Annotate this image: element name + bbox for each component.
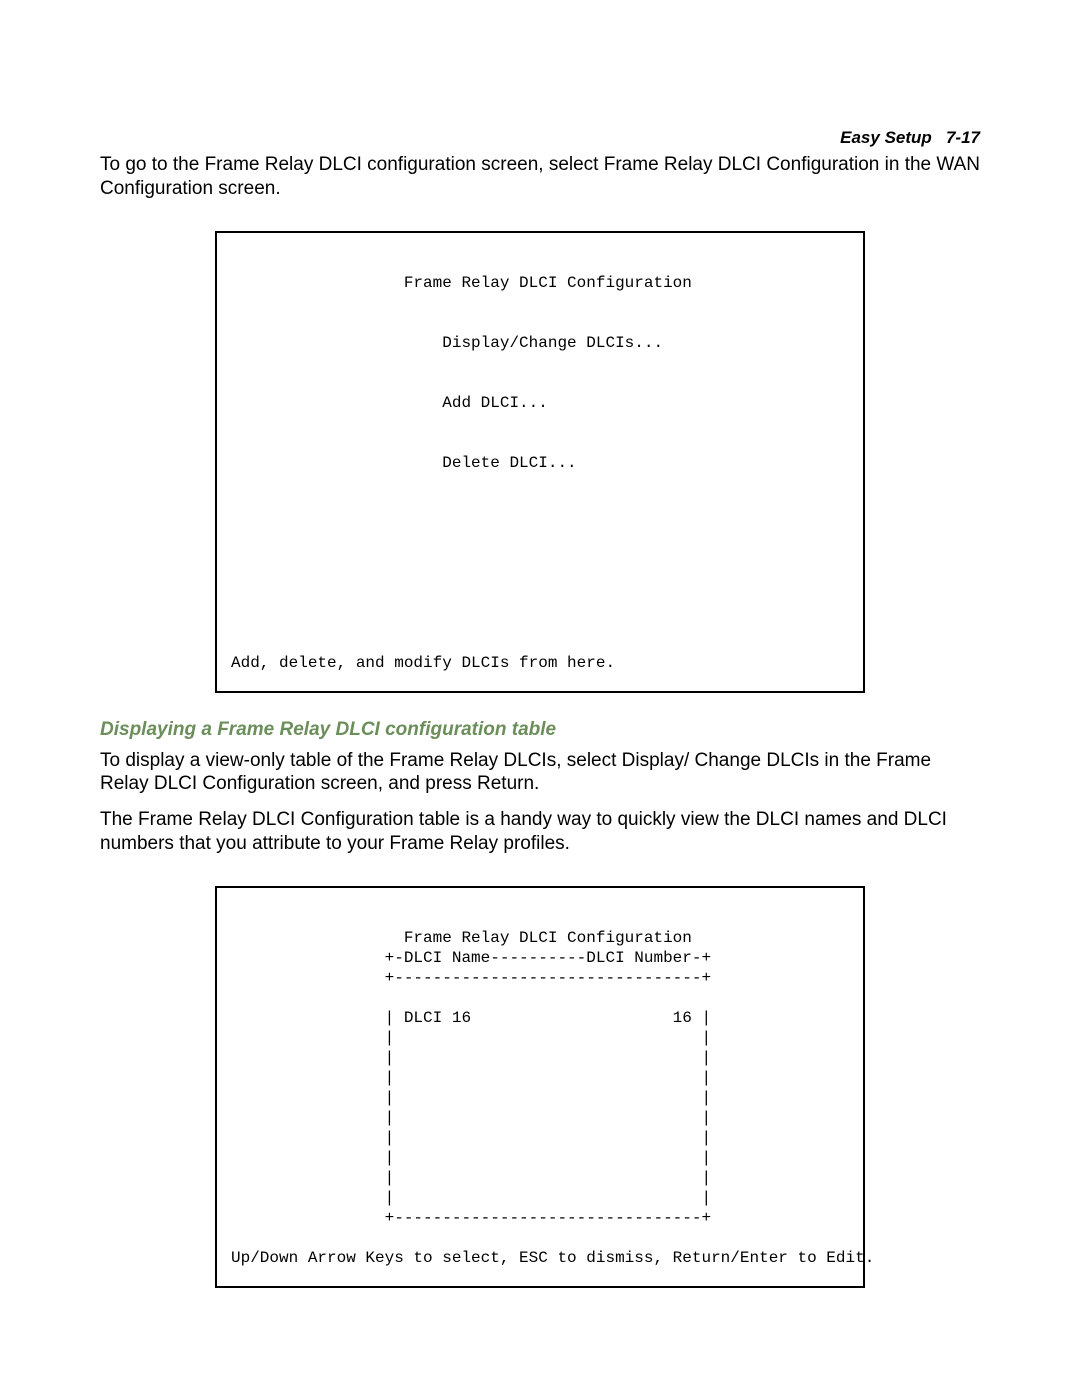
terminal-screen-1: Frame Relay DLCI Configuration Display/C… <box>215 231 865 693</box>
menu-display-change[interactable]: Display/Change DLCIs... <box>231 334 663 352</box>
paragraph-3: The Frame Relay DLCI Configuration table… <box>100 808 980 856</box>
table-row: | | <box>231 1109 711 1127</box>
subheading: Displaying a Frame Relay DLCI configurat… <box>100 719 980 741</box>
header-page: 7-17 <box>946 128 980 147</box>
table-row[interactable]: | DLCI 16 16 | <box>231 1009 711 1027</box>
screen1-title: Frame Relay DLCI Configuration <box>231 274 692 292</box>
page: Easy Setup 7-17 To go to the Frame Relay… <box>0 0 1080 1397</box>
table-row: | | <box>231 1069 711 1087</box>
table-row: | | <box>231 1129 711 1147</box>
terminal-screen-2: Frame Relay DLCI Configuration +-DLCI Na… <box>215 886 865 1288</box>
table-row: | | <box>231 1149 711 1167</box>
table-row: | | <box>231 1029 711 1047</box>
screen1-footer: Add, delete, and modify DLCIs from here. <box>231 654 615 672</box>
menu-add-dlci[interactable]: Add DLCI... <box>231 394 548 412</box>
page-header: Easy Setup 7-17 <box>840 128 980 148</box>
table-row: | | <box>231 1169 711 1187</box>
screen2-top-border: +--------------------------------+ <box>231 969 711 987</box>
screen2-header-row: +-DLCI Name----------DLCI Number-+ <box>231 949 711 967</box>
table-row: | | <box>231 1089 711 1107</box>
header-section: Easy Setup <box>840 128 932 147</box>
paragraph-2: To display a view-only table of the Fram… <box>100 749 980 797</box>
screen2-footer: Up/Down Arrow Keys to select, ESC to dis… <box>231 1249 874 1267</box>
table-row: | | <box>231 1049 711 1067</box>
screen2-bottom-border: +--------------------------------+ <box>231 1209 711 1227</box>
intro-paragraph: To go to the Frame Relay DLCI configurat… <box>100 153 980 201</box>
table-row: | | <box>231 1189 711 1207</box>
screen2-title: Frame Relay DLCI Configuration <box>231 929 692 947</box>
menu-delete-dlci[interactable]: Delete DLCI... <box>231 454 577 472</box>
